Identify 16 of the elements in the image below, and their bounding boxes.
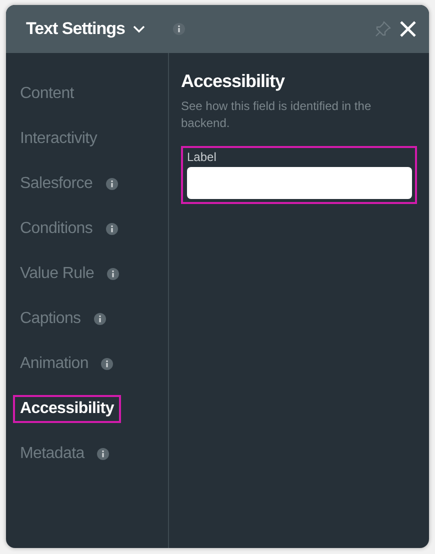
sidebar-item[interactable]: Value Rule [13,260,102,288]
sidebar-item[interactable]: Content [13,80,81,108]
sidebar-item[interactable]: Animation [13,350,96,378]
panel-title: Accessibility [181,71,286,92]
sidebar-item[interactable]: Metadata [13,440,92,468]
sidebar-item[interactable]: Captions [13,304,88,332]
window-title[interactable]: Text Settings [26,19,125,39]
sidebar-item[interactable]: Salesforce [13,170,100,198]
close-icon[interactable] [399,20,417,38]
field-label: Label [187,150,218,164]
chevron-down-icon[interactable] [132,25,145,33]
sidebar-item[interactable]: Accessibility [13,394,121,422]
input-field[interactable] [187,167,412,199]
sidebar-item[interactable]: Conditions [13,214,100,242]
panel-description: See how this field is identified in the backend. [181,98,372,132]
sidebar-item[interactable]: Interactivity [13,124,104,152]
